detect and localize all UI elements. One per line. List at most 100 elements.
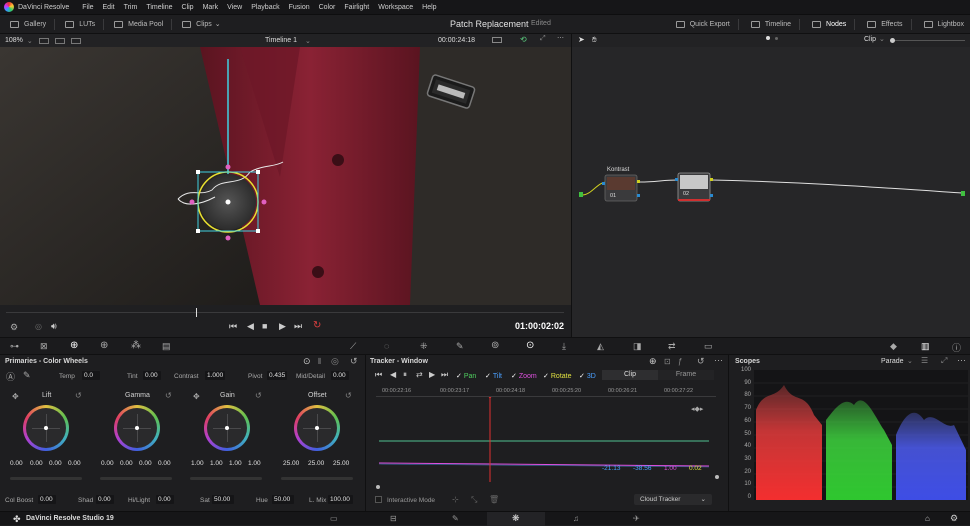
magic-mask-icon[interactable]: ⤓ — [562, 341, 566, 352]
more-options-icon[interactable]: ⋯ — [714, 355, 723, 366]
picker-icon[interactable]: ✎ — [23, 370, 31, 381]
contrast-field[interactable]: 1.000 — [205, 371, 225, 380]
sat-field[interactable]: 50.00 — [212, 495, 234, 504]
3d-icon[interactable]: ▭ — [704, 341, 713, 352]
menu-item-view[interactable]: View — [227, 4, 242, 11]
temp-field[interactable]: 0.0 — [82, 371, 100, 380]
scope-mode-select[interactable]: Parade — [881, 358, 904, 365]
reset-icon[interactable]: ↺ — [697, 356, 705, 367]
log-mode-icon[interactable]: ⫴ — [318, 357, 321, 367]
tracker-icon[interactable]: ⊙ — [526, 340, 534, 351]
tracker-target-icon[interactable]: ⊕ — [649, 356, 657, 367]
luts-button[interactable]: LUTs — [65, 20, 95, 28]
color-page-icon[interactable]: ❋ — [512, 513, 520, 524]
loop-icon[interactable]: ↻ — [313, 320, 321, 331]
menu-item-fusion[interactable]: Fusion — [289, 4, 310, 11]
camera-raw-icon[interactable]: ⊶ — [10, 341, 19, 352]
node-graph[interactable]: Kontrast 01 02 — [571, 47, 970, 337]
split-view-icon[interactable] — [54, 37, 65, 44]
offset-master-slider[interactable] — [281, 477, 353, 480]
gallery-button[interactable]: Gallery — [10, 20, 46, 28]
gain-r-value[interactable]: 1.00 — [210, 460, 223, 467]
track-forward-frame-icon[interactable]: ▶ — [429, 370, 435, 379]
track-reverse-frame-icon[interactable]: ◀ — [390, 370, 396, 379]
bars-mode-icon[interactable]: ⊙ — [303, 356, 311, 367]
window-corner-handle[interactable] — [196, 170, 200, 174]
zoom-option[interactable]: ✓ Zoom — [511, 372, 537, 380]
qualifier-icon[interactable]: ⁜ — [420, 341, 428, 352]
menu-item-workspace[interactable]: Workspace — [378, 4, 413, 11]
expand-icon[interactable]: ⤢ — [941, 356, 947, 366]
output-node-handle[interactable] — [961, 191, 965, 196]
pointer-icon[interactable]: ➤ — [578, 35, 585, 44]
scope-settings-icon[interactable]: ☰ — [921, 356, 928, 365]
pivot-field[interactable]: 0.435 — [267, 371, 287, 380]
skip-to-end-icon[interactable]: ⏭︎ — [294, 321, 302, 332]
menu-item-edit[interactable]: Edit — [103, 4, 115, 11]
media-page-icon[interactable]: ▭ — [330, 514, 338, 523]
window-softness-handle[interactable] — [261, 199, 267, 205]
curves-icon[interactable]: ⟋ — [350, 341, 356, 352]
lift-reset-icon[interactable]: ↺ — [75, 391, 82, 400]
primaries-wheels-icon[interactable]: ⊕ — [70, 340, 78, 351]
fairlight-page-icon[interactable]: ♫ — [573, 514, 579, 523]
chevron-down-icon[interactable]: ⌄ — [907, 357, 913, 365]
hue-field[interactable]: 50.00 — [272, 495, 294, 504]
more-options-icon[interactable]: ⋯ — [957, 355, 966, 366]
gamma-r-value[interactable]: 0.00 — [120, 460, 133, 467]
gain-reset-icon[interactable]: ↺ — [255, 391, 262, 400]
node-zoom-slider[interactable] — [890, 40, 965, 41]
dim-icon[interactable]: ◎ — [35, 322, 42, 331]
deliver-page-icon[interactable]: ✈ — [633, 514, 640, 523]
gamma-reset-icon[interactable]: ↺ — [165, 391, 172, 400]
gain-b-value[interactable]: 1.00 — [248, 460, 261, 467]
blur-icon[interactable]: ◭ — [597, 341, 604, 352]
color-warper-icon[interactable]: ◌ — [384, 341, 389, 351]
home-icon[interactable]: ⌂ — [925, 514, 930, 523]
window-corner-handle[interactable] — [196, 229, 200, 233]
stabilizer-icon[interactable]: ⊡ — [664, 357, 671, 366]
lift-b-value[interactable]: 0.00 — [68, 460, 81, 467]
window-icon[interactable]: ⊚ — [491, 340, 499, 351]
gamma-b-value[interactable]: 0.00 — [158, 460, 171, 467]
menu-item-file[interactable]: File — [82, 4, 93, 11]
sync-icon[interactable]: ⟲ — [520, 35, 527, 44]
gain-y-value[interactable]: 1.00 — [191, 460, 204, 467]
menu-item-help[interactable]: Help — [422, 4, 436, 11]
window-softness-handle[interactable] — [189, 199, 195, 205]
info-icon[interactable]: ⓘ — [952, 341, 961, 354]
menu-item-fairlight[interactable]: Fairlight — [344, 4, 369, 11]
eyedropper-icon[interactable]: ✎ — [456, 341, 464, 352]
node-mode-select[interactable]: Clip — [864, 36, 876, 43]
tilt-option[interactable]: ✓ Tilt — [485, 372, 502, 380]
view-mode-icon[interactable] — [38, 37, 49, 44]
3d-option[interactable]: ✓ 3D — [579, 372, 596, 380]
zoom-level[interactable]: 108% — [5, 37, 23, 44]
more-options-icon[interactable]: ⋯ — [557, 34, 564, 42]
menu-item-playback[interactable]: Playback — [251, 4, 279, 11]
input-node-handle[interactable] — [579, 192, 583, 197]
gamma-wheel[interactable] — [114, 405, 160, 451]
skip-to-start-icon[interactable]: ⏮︎ — [229, 321, 237, 332]
keyframes-icon[interactable]: ◆ — [890, 341, 897, 352]
fx-icon[interactable]: ƒ — [678, 357, 682, 366]
chevron-down-icon[interactable]: ⌄ — [305, 37, 311, 45]
gamma-master-slider[interactable] — [100, 477, 172, 480]
tracker-playhead-marker[interactable] — [486, 397, 494, 399]
colboost-field[interactable]: 0.00 — [38, 495, 56, 504]
viewer-options-icon[interactable]: ⚙ — [10, 322, 18, 333]
insert-point-icon[interactable]: ⊹ — [452, 495, 459, 504]
timeline-button[interactable]: Timeline — [750, 21, 791, 28]
play-reverse-icon[interactable]: ◀ — [247, 321, 254, 332]
effects-button[interactable]: Effects — [867, 21, 903, 28]
hilight-field[interactable]: 0.00 — [156, 495, 174, 504]
clips-button[interactable]: Clips ⌄ — [182, 20, 221, 28]
menu-item-trim[interactable]: Trim — [124, 4, 138, 11]
quick-export-button[interactable]: Quick Export — [675, 21, 730, 28]
delete-point-icon[interactable]: 🗑︎ — [489, 495, 499, 504]
frame-mode-button[interactable]: Frame — [658, 370, 714, 380]
node-01[interactable] — [602, 174, 640, 202]
lift-y-value[interactable]: 0.00 — [10, 460, 23, 467]
chevron-down-icon[interactable]: ⌄ — [27, 37, 33, 45]
offset-b-value[interactable]: 25.00 — [333, 460, 349, 467]
